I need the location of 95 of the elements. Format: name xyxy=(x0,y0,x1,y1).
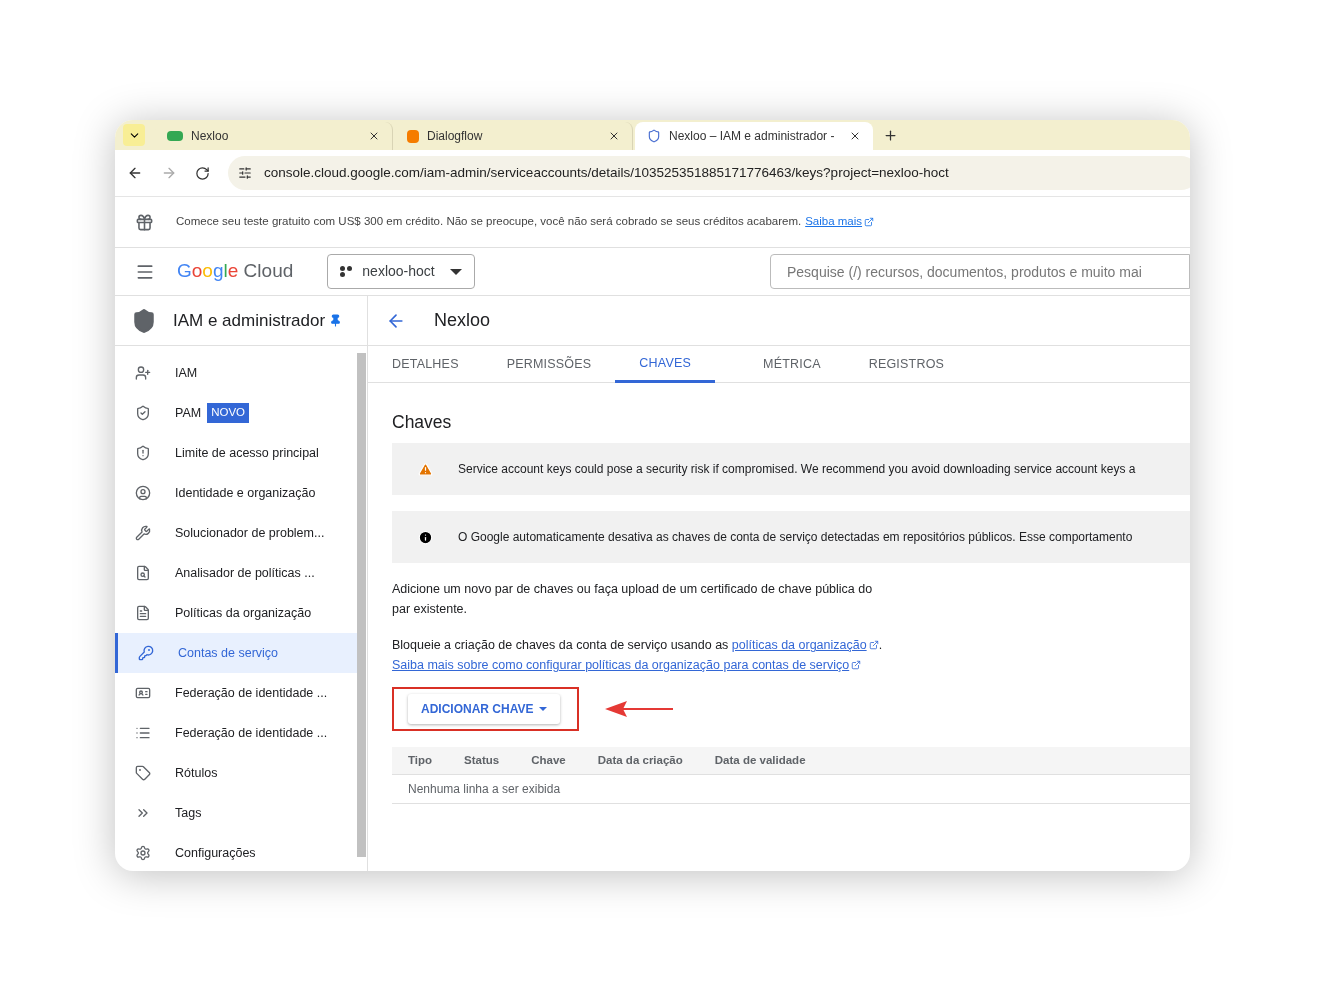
project-selector[interactable]: nexloo-hoct xyxy=(327,254,476,289)
sidebar-label: PAM xyxy=(175,404,202,422)
shield-icon xyxy=(135,405,151,421)
tab-title: Dialogflow xyxy=(427,128,484,145)
site-settings-icon[interactable] xyxy=(238,166,252,180)
page-tab[interactable]: REGISTROS xyxy=(868,346,945,383)
project-icon xyxy=(340,265,353,278)
shield-icon xyxy=(647,129,661,143)
sidebar-item[interactable]: Analisador de políticas ... xyxy=(115,553,357,593)
tab-list-button[interactable] xyxy=(123,124,145,146)
sidebar-label: Identidade e organização xyxy=(175,484,316,502)
sidebar-label: Analisador de políticas ... xyxy=(175,564,315,582)
page-tab[interactable]: MÉTRICA xyxy=(763,346,821,383)
warning-icon xyxy=(418,461,433,477)
tab-title: Nexloo xyxy=(191,128,230,145)
sidebar-item[interactable]: PAM NOVO xyxy=(115,393,357,433)
alert-text: O Google automaticamente desativa as chaves de conta de serviço detectadas em repositórios públicos. Esse comportamento xyxy=(458,529,1133,547)
page-title: Nexloo xyxy=(434,309,491,332)
close-icon[interactable] xyxy=(368,130,380,142)
account-circle-icon xyxy=(135,485,151,501)
close-icon[interactable] xyxy=(849,130,861,142)
sidebar-item[interactable]: Solucionador de problem... xyxy=(115,513,357,553)
tag-icon xyxy=(135,765,151,781)
address-field[interactable]: console.cloud.google.com/iam-admin/serviceaccounts/details/103525351885171776463/keys?project=nexloo-hoct xyxy=(228,156,1190,190)
id-card-icon xyxy=(135,685,151,701)
pin-icon[interactable] xyxy=(329,314,343,327)
sidebar-label: Federação de identidade ... xyxy=(175,724,328,742)
person-add-icon xyxy=(135,365,151,381)
browser-tab[interactable]: Nexloo – IAM e administrador - xyxy=(635,122,873,150)
policy-text: Bloqueie a criação de chaves da conta de serviço usando as políticas da organização . xyxy=(392,635,1190,656)
shield-lock-icon xyxy=(135,445,151,461)
sidebar-item[interactable]: Federação de identidade ... xyxy=(115,673,357,713)
app-icon xyxy=(407,129,419,143)
section-heading: Chaves xyxy=(392,411,453,434)
list-icon xyxy=(135,725,151,741)
search-field[interactable]: Pesquise (/) recursos, documentos, produtos e muito mai xyxy=(770,254,1190,289)
sidebar-label: Federação de identidade ... xyxy=(175,684,328,702)
document-search-icon xyxy=(135,565,151,581)
learn-more-link[interactable]: Saiba mais sobre como configurar políticas da organização para contas de serviço xyxy=(392,655,862,676)
column-header[interactable]: Chave xyxy=(531,752,566,770)
sidebar-label: Contas de serviço xyxy=(178,644,279,662)
external-link-icon xyxy=(851,660,862,671)
wrench-icon xyxy=(135,525,151,541)
alert-text: Service account keys could pose a security risk if compromised. We recommend you avoid downloading service account keys a xyxy=(458,461,1136,479)
column-header[interactable]: Tipo xyxy=(408,752,433,770)
external-link-icon xyxy=(864,217,875,227)
sidebar-label: Configurações xyxy=(175,844,256,862)
description-text: Adicione um novo par de chaves ou faça upload de um certificado de chave pública do par existente. xyxy=(392,581,874,619)
sidebar-item[interactable]: Identidade e organização xyxy=(115,473,357,513)
app-icon xyxy=(167,131,183,141)
caret-icon xyxy=(539,707,548,712)
sidebar-title: IAM e administrador xyxy=(173,309,326,332)
close-icon[interactable] xyxy=(608,130,620,142)
sidebar-label: Tags xyxy=(175,804,202,822)
page-tab[interactable]: DETALHES xyxy=(392,346,459,383)
arrow xyxy=(605,699,673,720)
back-icon[interactable] xyxy=(127,165,143,181)
column-header[interactable]: Data de validade xyxy=(714,752,806,770)
sidebar-item[interactable]: Tags xyxy=(115,793,357,833)
sidebar-item[interactable]: IAM xyxy=(115,353,357,393)
sidebar-item[interactable]: Configurações xyxy=(115,833,357,871)
page-tab[interactable]: CHAVES xyxy=(615,346,716,383)
shield-icon xyxy=(131,307,157,334)
org-policies-link[interactable]: políticas da organização xyxy=(731,635,879,656)
sidebar-item[interactable]: Contas de serviço xyxy=(115,633,357,673)
document-icon xyxy=(135,605,151,621)
new-tab-icon[interactable] xyxy=(883,128,898,143)
external-link-icon xyxy=(868,640,879,651)
key-icon xyxy=(138,645,154,661)
tab-title: Nexloo – IAM e administrador - xyxy=(669,128,836,145)
learn-more-link[interactable]: Saiba mais xyxy=(805,213,875,231)
sidebar-label: IAM xyxy=(175,364,198,382)
url-text: console.cloud.google.com/iam-admin/serviceaccounts/details/103525351885171776463/keys?project=nexloo-hoct xyxy=(264,163,949,182)
column-header[interactable]: Status xyxy=(464,752,500,770)
sidebar-label: Limite de acesso principal xyxy=(175,444,319,462)
sidebar-label: Políticas da organização xyxy=(175,604,312,622)
gift-icon xyxy=(135,212,154,232)
empty-table-text: Nenhuma linha a ser exibida xyxy=(408,781,561,799)
google-cloud-logo[interactable]: Google Cloud xyxy=(177,257,294,286)
sidebar-item[interactable]: Federação de identidade ... xyxy=(115,713,357,753)
new-badge: NOVO xyxy=(207,403,250,423)
banner-text: Comece seu teste gratuito com US$ 300 em crédito. Não se preocupe, você não será cobrado se seus créditos acabarem. xyxy=(176,214,802,230)
add-key-button[interactable]: ADICIONAR CHAVE xyxy=(408,694,561,725)
sidebar-label: Solucionador de problem... xyxy=(175,524,325,542)
sidebar-item[interactable]: Limite de acesso principal xyxy=(115,433,357,473)
sidebar-label: Rótulos xyxy=(175,764,218,782)
caret-icon xyxy=(450,268,463,275)
sidebar-item[interactable]: Rótulos xyxy=(115,753,357,793)
page-tab[interactable]: PERMISSÕES xyxy=(506,346,592,383)
column-header[interactable]: Data da criação xyxy=(597,752,683,770)
settings-icon xyxy=(135,845,151,861)
scrollbar[interactable] xyxy=(357,353,366,857)
sidebar-item[interactable]: Políticas da organização xyxy=(115,593,357,633)
reload-icon[interactable] xyxy=(195,165,210,181)
info-icon xyxy=(418,529,433,545)
